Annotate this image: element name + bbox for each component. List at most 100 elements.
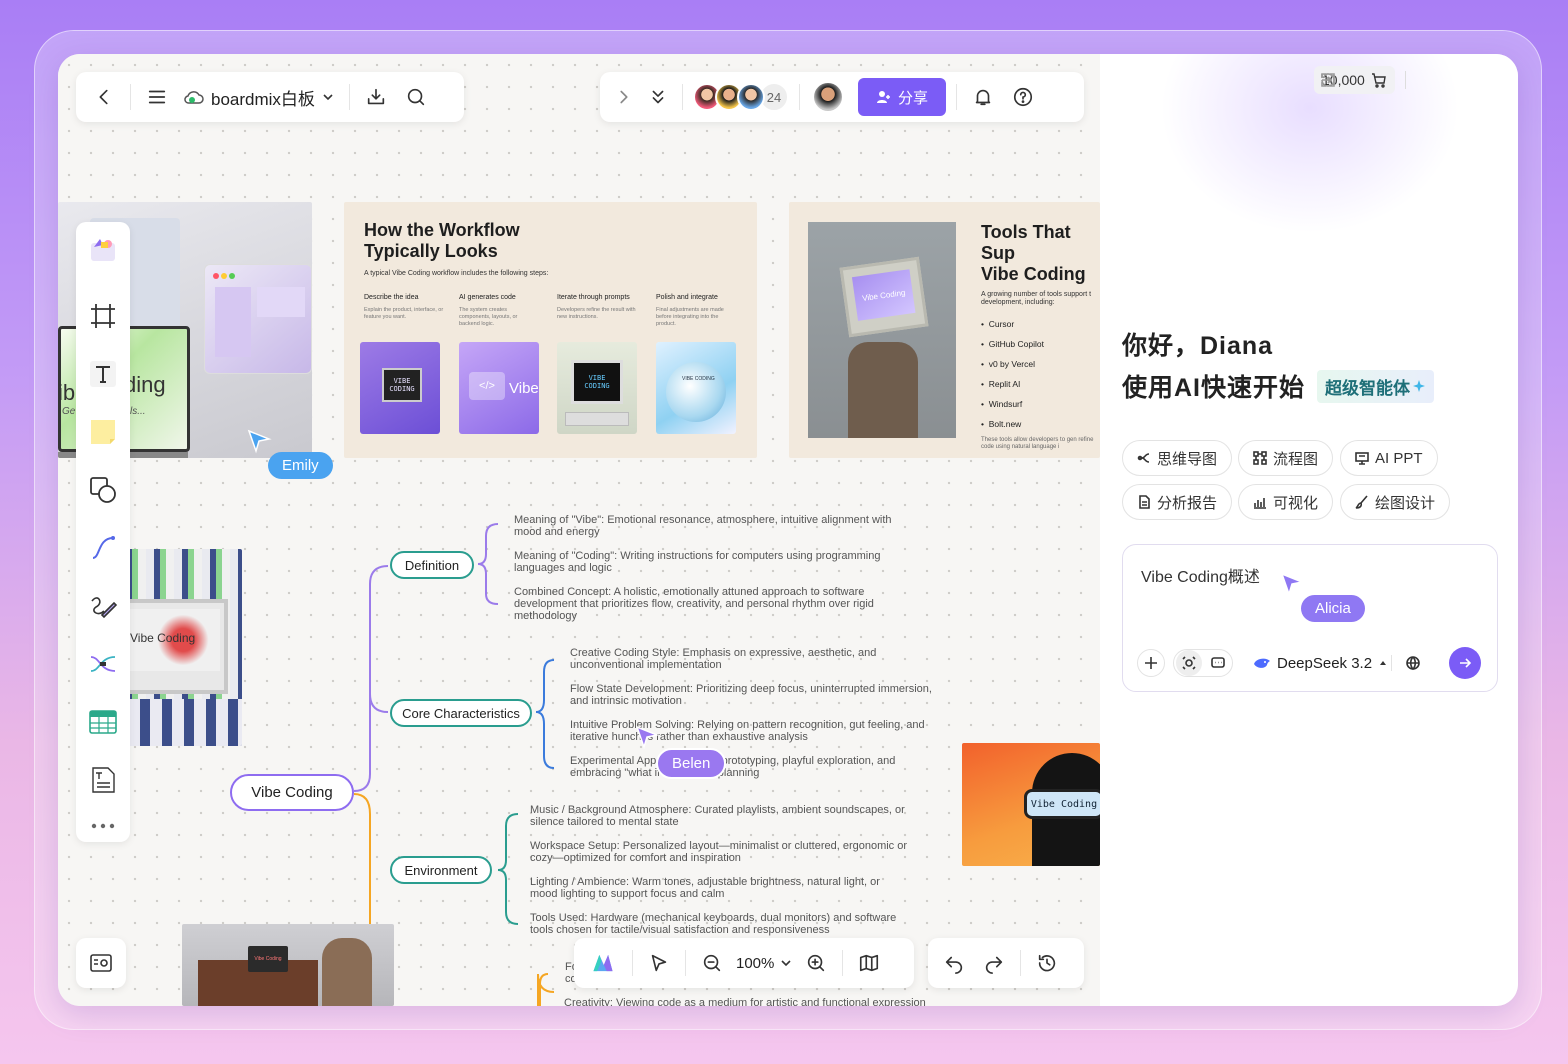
template-library-icon[interactable] xyxy=(85,232,121,268)
search-button[interactable] xyxy=(396,77,436,117)
chip-flowchart[interactable]: 流程图 xyxy=(1238,440,1334,476)
map-view-button[interactable] xyxy=(849,943,889,983)
web-search-button[interactable] xyxy=(1399,649,1427,677)
shape-tool-icon[interactable] xyxy=(85,472,121,508)
divider xyxy=(1404,71,1406,89)
zoom-level: 100% xyxy=(736,954,775,972)
mindmap-leaf[interactable]: Intuitive Problem Solving: Relying on pa… xyxy=(570,719,940,743)
current-user-avatar[interactable] xyxy=(812,81,844,113)
report-icon xyxy=(1139,495,1150,509)
whiteboard-canvas[interactable]: ib ding Ge ls... How the Workflow Typica… xyxy=(58,54,1100,1006)
undo-button[interactable] xyxy=(934,943,974,983)
chip-analysis-report[interactable]: 分析报告 xyxy=(1122,484,1233,520)
chip-visualization[interactable]: 可视化 xyxy=(1238,484,1334,520)
zoom-in-button[interactable] xyxy=(796,943,836,983)
mindmap-leaf[interactable]: Music / Background Atmosphere: Curated p… xyxy=(530,804,910,828)
mindmap-leaf[interactable]: Meaning of "Vibe": Emotional resonance, … xyxy=(514,514,894,538)
download-button[interactable] xyxy=(356,77,396,117)
select-tool-button[interactable] xyxy=(639,943,679,983)
chip-label: 分析报告 xyxy=(1157,494,1218,512)
flowchart-icon xyxy=(1253,451,1267,465)
mindmap-icon xyxy=(1137,453,1150,463)
divider xyxy=(682,84,683,110)
menu-button[interactable] xyxy=(137,77,177,117)
notifications-button[interactable] xyxy=(963,77,1003,117)
more-tools-icon[interactable] xyxy=(85,814,121,838)
mindmap-node-environment[interactable]: Environment xyxy=(390,856,492,884)
collaborator-avatars[interactable]: 24 xyxy=(693,82,789,112)
document-tool-icon[interactable] xyxy=(85,762,121,798)
map-icon xyxy=(860,954,879,972)
mindmap-leaf[interactable]: Workspace Setup: Personalized layout—min… xyxy=(530,840,910,864)
zoom-level-dropdown[interactable]: 100% xyxy=(732,955,796,972)
pen-tool-icon[interactable] xyxy=(85,588,121,624)
chevron-down-icon xyxy=(323,94,333,101)
agent-mode-button[interactable] xyxy=(1175,650,1202,676)
mindmap-node-core-characteristics[interactable]: Core Characteristics xyxy=(390,699,532,727)
mindmap-leaf[interactable]: Flow State Development: Prioritizing dee… xyxy=(570,683,940,707)
table-tool-icon[interactable] xyxy=(85,704,121,740)
chevron-right-icon xyxy=(620,90,628,104)
chip-drawing-design[interactable]: 绘图设计 xyxy=(1340,484,1451,520)
minimap-button[interactable] xyxy=(76,938,126,988)
chat-mode-button[interactable] xyxy=(1205,650,1231,676)
frame-tool-icon[interactable] xyxy=(85,298,121,334)
collapse-button[interactable] xyxy=(640,77,676,117)
greeting-line1: 你好，Diana xyxy=(1122,332,1274,360)
divider xyxy=(842,950,844,976)
chat-input[interactable]: Vibe Coding概述 xyxy=(1141,563,1260,587)
double-chevron-down-icon xyxy=(652,90,664,104)
mindmap-leaf[interactable]: Meaning of "Coding": Writing instruction… xyxy=(514,550,894,574)
agent-badge[interactable]: 超级智能体 xyxy=(1317,369,1435,403)
mindmap-leaf[interactable]: Creativity: Viewing code as a medium for… xyxy=(564,997,984,1006)
bottom-toolbar: 100% xyxy=(574,938,914,988)
map-pin-icon xyxy=(90,954,112,972)
mindmap-leaf[interactable]: Creative Coding Style: Emphasis on expre… xyxy=(570,647,950,671)
mindmap-root[interactable]: Vibe Coding xyxy=(230,774,354,811)
greeting-line2: 使用AI快速开始 xyxy=(1122,374,1306,402)
mindmap-leaf[interactable]: Tools Used: Hardware (mechanical keyboar… xyxy=(530,912,910,936)
panel-glow xyxy=(1160,54,1460,234)
cursor-arrow-icon xyxy=(635,725,660,750)
send-button[interactable] xyxy=(1449,647,1481,679)
mindmap-leaf[interactable]: Combined Concept: A holistic, emotionall… xyxy=(514,586,894,622)
expand-button[interactable] xyxy=(608,77,640,117)
plus-icon xyxy=(1145,657,1157,669)
zoom-out-button[interactable] xyxy=(692,943,732,983)
bell-icon xyxy=(975,89,991,106)
connector-root-environment xyxy=(353,793,371,924)
collapse-panel-button[interactable] xyxy=(1314,66,1342,94)
chip-ai-ppt[interactable]: AI PPT xyxy=(1340,440,1438,476)
mindmap-tool-icon[interactable] xyxy=(85,646,121,682)
mindmap-node-definition[interactable]: Definition xyxy=(390,551,474,579)
redo-button[interactable] xyxy=(974,943,1014,983)
menu-icon xyxy=(148,90,166,104)
back-button[interactable] xyxy=(84,77,124,117)
version-history-button[interactable] xyxy=(1027,943,1067,983)
mindmap-leaf[interactable]: Experimental Approach: Rapid prototyping… xyxy=(570,755,940,779)
sticky-note-icon[interactable] xyxy=(85,414,121,450)
divider xyxy=(1391,655,1392,671)
divider xyxy=(1020,950,1021,976)
attach-button[interactable] xyxy=(1137,649,1165,677)
chip-label: 绘图设计 xyxy=(1375,494,1436,512)
model-selector[interactable]: DeepSeek 3.2 xyxy=(1243,649,1398,677)
chip-mindmap[interactable]: 思维导图 xyxy=(1122,440,1233,476)
board-name-dropdown[interactable]: boardmix白板 xyxy=(183,85,335,110)
divider xyxy=(130,84,131,110)
chip-label: 流程图 xyxy=(1273,450,1319,468)
help-icon xyxy=(1013,87,1033,107)
mindmap-leaf[interactable]: Lighting / Ambience: Warm tones, adjusta… xyxy=(530,876,910,900)
globe-icon xyxy=(1406,656,1420,671)
chat-input-box[interactable]: Vibe Coding概述 Alicia DeepSeek 3.2 xyxy=(1122,544,1498,692)
share-button[interactable]: 分享 xyxy=(858,78,947,116)
app-window: ib ding Ge ls... How the Workflow Typica… xyxy=(58,54,1518,1006)
text-tool-icon[interactable] xyxy=(85,356,121,392)
top-collab-toolbar: 24 分享 xyxy=(600,72,1084,122)
zoom-out-icon xyxy=(703,954,721,972)
connector-tool-icon[interactable] xyxy=(85,530,121,566)
mode-toggle-group xyxy=(1173,649,1233,677)
help-button[interactable] xyxy=(1003,77,1043,117)
ai-logo-button[interactable] xyxy=(580,940,626,986)
greeting: 你好，Diana 使用AI快速开始 超级智能体 xyxy=(1122,326,1435,404)
